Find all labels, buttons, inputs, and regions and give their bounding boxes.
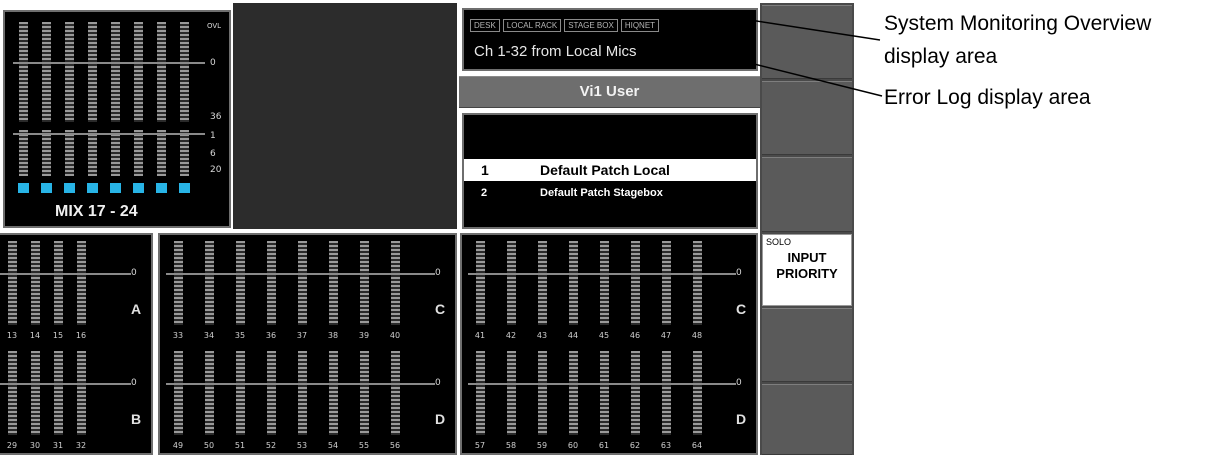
annotation-error-log: Error Log display area [884,86,1091,109]
monitor-callout-line [749,19,881,41]
error-log-callout-line [729,57,883,97]
annotation-monitor-line2: display area [884,45,998,68]
callout-lines [729,19,883,97]
annotation-monitor-line1: System Monitoring Overview [884,12,1152,35]
